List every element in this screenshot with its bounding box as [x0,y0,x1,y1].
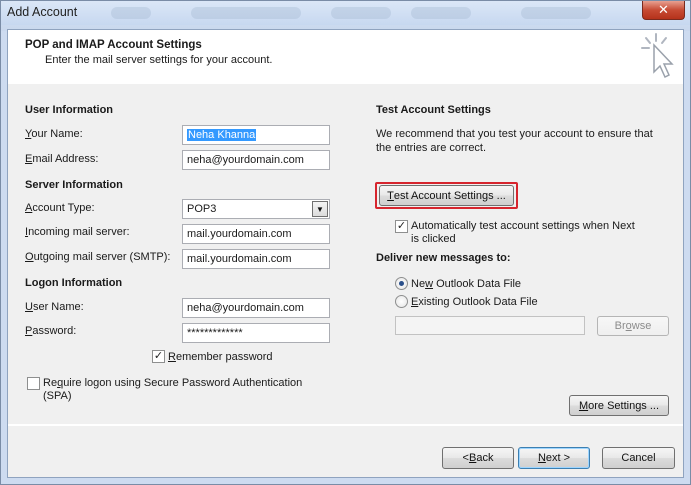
page-title: POP and IMAP Account Settings [25,39,202,51]
background-ghost [411,7,471,19]
existing-data-file-label[interactable]: Existing Outlook Data File [411,296,538,308]
close-button[interactable]: ✕ [642,1,685,20]
test-settings-description: We recommend that you test your account … [376,128,653,154]
new-data-file-label[interactable]: New Outlook Data File [411,278,521,290]
background-ghost [521,7,591,19]
settings-body: User Information Your Name: Neha Khanna … [8,84,683,424]
header-divider [8,82,683,83]
incoming-server-field[interactable]: mail.yourdomain.com [182,224,330,244]
close-icon: ✕ [658,2,669,18]
window-title: Add Account [7,5,78,19]
remember-password-checkbox[interactable]: ✓ [152,350,165,363]
remember-password-label[interactable]: Remember password [168,351,273,363]
existing-data-file-path[interactable] [395,316,585,335]
back-button[interactable]: < Back [442,447,514,469]
outgoing-server-field[interactable]: mail.yourdomain.com [182,249,330,269]
more-settings-button[interactable]: More Settings ... [569,395,669,416]
account-type-label: Account Type: [25,202,95,214]
logon-info-heading: Logon Information [25,277,123,289]
add-account-window: Add Account ✕ POP and IMAP Account Setti… [0,0,691,485]
deliver-heading: Deliver new messages to: [376,252,511,264]
password-field[interactable]: ************* [182,323,330,343]
email-field[interactable]: neha@yourdomain.com [182,150,330,170]
test-settings-heading: Test Account Settings [376,104,491,116]
user-name-field[interactable]: neha@yourdomain.com [182,298,330,318]
account-type-value: POP3 [187,203,217,215]
test-account-settings-button[interactable]: Test Account Settings ... [379,185,514,206]
next-button[interactable]: Next > [518,447,590,469]
your-name-label: Your Name: [25,128,83,140]
email-label: Email Address: [25,153,99,165]
existing-data-file-radio[interactable] [395,295,408,308]
background-ghost [331,7,391,19]
incoming-server-label: Incoming mail server: [25,226,130,238]
background-ghost [111,7,151,19]
cancel-button[interactable]: Cancel [602,447,675,469]
dialog-footer: < Back Next > Cancel [8,426,683,477]
your-name-field[interactable]: Neha Khanna [182,125,330,145]
footer-divider [8,424,683,425]
page-subtitle: Enter the mail server settings for your … [45,54,273,66]
auto-test-label[interactable]: Automatically test account settings when… [411,220,635,246]
cursor-click-icon [641,33,674,79]
new-data-file-radio[interactable] [395,277,408,290]
auto-test-checkbox[interactable]: ✓ [395,220,408,233]
dropdown-arrow-icon[interactable]: ▼ [312,201,328,217]
password-label: Password: [25,325,77,337]
dialog-header: POP and IMAP Account Settings Enter the … [8,30,683,82]
browse-button[interactable]: Br o wse [597,316,669,336]
dialog-content: POP and IMAP Account Settings Enter the … [7,29,684,478]
user-name-label: User Name: [25,301,84,313]
title-bar[interactable]: Add Account ✕ [1,1,690,25]
server-info-heading: Server Information [25,179,123,191]
user-info-heading: User Information [25,104,114,116]
account-type-select[interactable]: POP3 ▼ [182,199,330,219]
background-ghost [191,7,301,19]
spa-label[interactable]: Require logon using Secure Password Auth… [43,377,302,403]
outgoing-server-label: Outgoing mail server (SMTP): [25,251,171,263]
spa-checkbox[interactable] [27,377,40,390]
